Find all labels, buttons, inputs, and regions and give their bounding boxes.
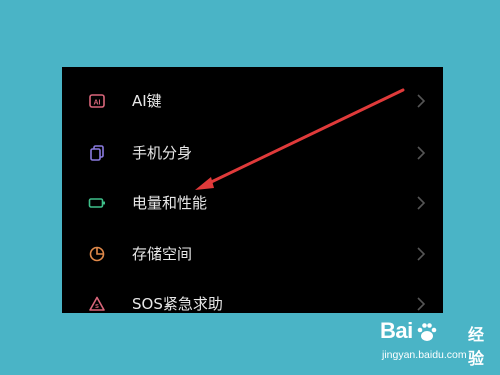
battery-icon <box>88 198 105 208</box>
chevron-right-icon <box>417 297 426 311</box>
settings-item-label: 手机分身 <box>132 144 193 162</box>
watermark-logo-text: Bai <box>380 318 413 343</box>
settings-item-sos[interactable]: S SOS紧急求助 <box>62 280 443 313</box>
settings-item-phone-clone[interactable]: 手机分身 <box>62 129 443 179</box>
baidu-paw-icon <box>417 323 437 341</box>
settings-item-storage[interactable]: 存储空间 <box>62 230 443 280</box>
watermark-suffix: 经验 <box>468 325 485 368</box>
settings-item-label: 存储空间 <box>132 245 193 263</box>
sos-warning-icon: S <box>89 296 105 311</box>
ai-key-icon: AI <box>89 94 105 108</box>
settings-item-battery-performance[interactable]: 电量和性能 <box>62 179 443 229</box>
chevron-right-icon <box>417 94 426 108</box>
chevron-right-icon <box>417 196 426 210</box>
phone-clone-icon <box>90 145 104 161</box>
settings-item-label: SOS紧急求助 <box>132 295 223 313</box>
chevron-right-icon <box>417 247 426 261</box>
svg-text:S: S <box>95 304 99 310</box>
svg-text:AI: AI <box>94 100 101 107</box>
settings-item-label: AI键 <box>132 92 162 110</box>
watermark-url: jingyan.baidu.com <box>382 349 467 361</box>
settings-item-ai-key[interactable]: AI AI键 <box>62 77 443 127</box>
settings-screen: AI AI键 手机分身 电量和性能 存储空间 S SOS紧急求助 <box>62 67 443 313</box>
baidu-jingyan-watermark: Bai 经验 jingyan.baidu.com <box>380 318 498 372</box>
chevron-right-icon <box>417 146 426 160</box>
settings-item-label: 电量和性能 <box>132 194 208 212</box>
storage-pie-icon <box>89 246 105 262</box>
